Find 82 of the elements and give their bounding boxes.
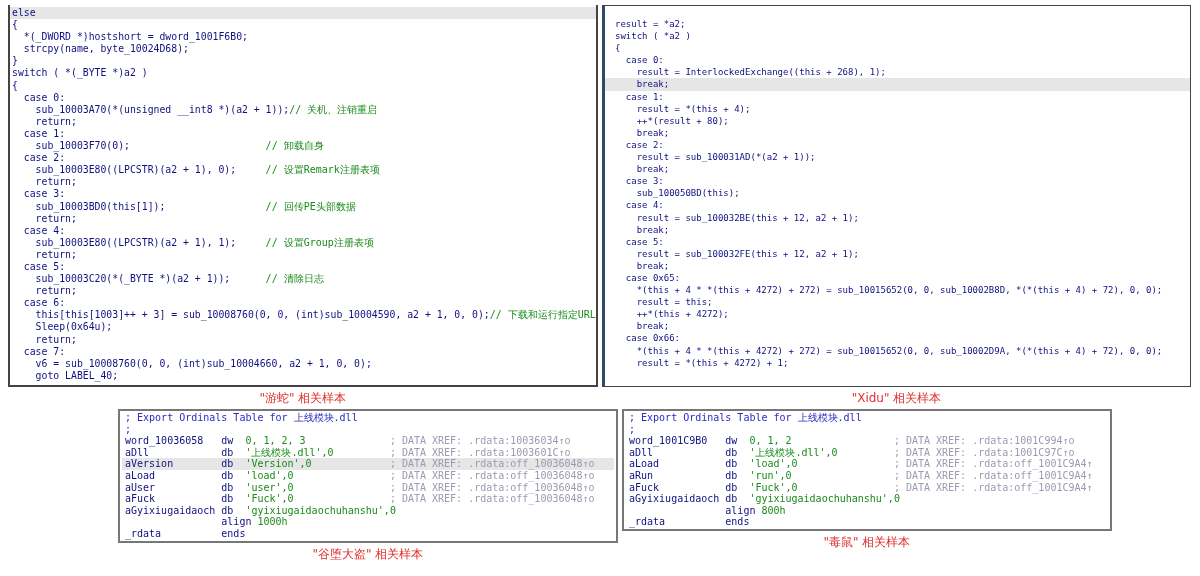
caption: "游蛇" 相关样本 xyxy=(259,390,347,407)
listing-line: _rdata ends xyxy=(628,516,751,528)
code-line: result = *(this + 4); xyxy=(635,102,752,115)
code-line: switch ( *(_BYTE *)a2 ) xyxy=(11,67,149,80)
comment-line: ; xyxy=(124,423,133,436)
code-line: sub_10003C20(*(_BYTE *)(a2 + 1)); // 清除日志 xyxy=(34,273,325,286)
code-line: sub_100050BD(this); xyxy=(635,187,741,200)
code-line: case 7: xyxy=(22,345,67,358)
comment-line: ; Export Ordinals Table for 上线模块.dll xyxy=(124,412,359,424)
listing-line: aUser db 'user',0 ; DATA XREF: .rdata:off_10036048↑o xyxy=(124,481,596,494)
code-line: ++*(this + 4272); xyxy=(635,308,730,321)
listing-line: aDll db '上线模块.dll',0 ; DATA XREF: .rdata:1001C97C↑o xyxy=(628,446,1076,459)
listing-line: aLoad db 'load',0 ; DATA XREF: .rdata:off_10036048↑o xyxy=(124,469,596,482)
code-line: sub_10003E80((LPCSTR)(a2 + 1), 1); // 设置Group注册表项 xyxy=(34,236,375,249)
code-line: return; xyxy=(34,115,77,128)
code-line: { xyxy=(11,79,19,92)
comment-line: ; xyxy=(628,423,637,436)
listing-line: word_10036058 dw 0, 1, 2, 3 ; DATA XREF: .rdata:10036034↑o xyxy=(124,435,572,447)
code-line: result = InterlockedExchange((this + 268), 1); xyxy=(635,66,887,79)
code-line: case 2: xyxy=(624,138,665,152)
code-line: return; xyxy=(34,248,77,261)
listing-line: aGyixiugaidaoch db 'gyixiugaidaochuhanshu',0 xyxy=(124,504,397,517)
code-line: ++*(result + 80); xyxy=(635,114,730,127)
code-line: break; xyxy=(635,259,671,272)
code-line: { xyxy=(614,42,622,55)
code-line: result = *(this + 4272) + 1; xyxy=(635,356,790,369)
code-line: break; xyxy=(635,320,671,333)
code-line: case 2: xyxy=(22,152,67,165)
listing-line: align 800h xyxy=(724,504,787,517)
code-line: case 1: xyxy=(22,127,67,141)
listing-line: aLoad db 'load',0 ; DATA XREF: .rdata:off_1001C9A4↑ xyxy=(628,458,1094,470)
code-line: *(this + 4 * *(this + 4272) + 272) = sub_10015652(0, 0, sub_10002D9A, *(*(this + 4) + 72), 0, 0); xyxy=(635,344,1164,357)
code-line: goto LABEL_40; xyxy=(34,369,119,382)
listing-line: aRun db 'run',0 ; DATA XREF: .rdata:off_1001C9A4↑ xyxy=(628,469,1094,482)
listing-line: aFuck db 'Fuck',0 ; DATA XREF: .rdata:off_1001C9A4↑ xyxy=(628,481,1094,494)
code-line: { xyxy=(11,19,19,32)
listing-line: aGyixiugaidaoch db 'gyixiugaidaochuhanshu',0 xyxy=(628,493,901,505)
code-line: result = sub_100032BE(this + 12, a2 + 1); xyxy=(635,211,860,224)
code-line: switch ( *a2 ) xyxy=(614,30,692,43)
caption: "谷堕大盗" 相关样本 xyxy=(312,545,424,563)
code-line: strcpy(name, byte_10024D68); xyxy=(22,43,190,56)
code-line: *(_DWORD *)hostshort = dword_1001F6B0; xyxy=(22,31,249,44)
code-line: return; xyxy=(34,285,78,298)
listing-line: aDll db '上线模块.dll',0 ; DATA XREF: .rdata:1003601C↑o xyxy=(124,446,572,459)
listing-line: align 1000h xyxy=(220,516,289,528)
code-line: break; xyxy=(635,126,671,139)
code-line: return; xyxy=(34,212,77,225)
code-line: result = sub_100032FE(this + 12, a2 + 1); xyxy=(635,247,860,260)
code-line: return; xyxy=(34,176,78,189)
code-line: sub_10003E80((LPCSTR)(a2 + 1), 0); // 设置Remark注册表项 xyxy=(34,164,381,177)
caption: "毒鼠" 相关样本 xyxy=(823,533,911,551)
caption: "Xidu" 相关样本 xyxy=(851,390,942,407)
code-line: sub_10003BD0(this[1]); // 回传PE头部数据 xyxy=(34,200,357,213)
code-line: case 4: xyxy=(624,199,665,212)
code-line: case 6: xyxy=(22,297,67,310)
code-line: result = *a2; xyxy=(614,18,687,31)
code-line: case 0: xyxy=(22,91,67,104)
code-line: case 4: xyxy=(22,224,67,237)
listing-line: aFuck db 'Fuck',0 ; DATA XREF: .rdata:off_10036048↑o xyxy=(124,493,596,505)
code-line: result = this; xyxy=(635,296,714,309)
code-line: *(this + 4 * *(this + 4272) + 272) = sub_10015652(0, 0, sub_10002B8D, *(*(this + 4) + 72), 0, 0); xyxy=(635,284,1164,297)
code-line: break; xyxy=(635,223,671,236)
listing-line: _rdata ends xyxy=(124,527,247,540)
listing-line: word_1001C9B0 dw 0, 1, 2 ; DATA XREF: .rdata:1001C994↑o xyxy=(628,435,1076,447)
code-line: case 3: xyxy=(624,175,665,188)
code-line: Sleep(0x64u); xyxy=(34,321,114,334)
code-line: case 0x66: xyxy=(624,332,682,345)
code-line: case 5: xyxy=(22,260,67,274)
code-line: sub_10003A70(*(unsigned __int8 *)(a2 + 1));// 关机、注销重启 xyxy=(34,103,379,116)
comment-line: ; Export Ordinals Table for 上线模块.dll xyxy=(628,412,863,424)
code-line: case 3: xyxy=(22,188,67,201)
code-line: break; xyxy=(635,163,671,176)
code-line: this[this[1003]++ + 3] = sub_10008760(0, 0, (int)sub_10004590, a2 + 1, 0, 0);// 下载和运行指定URL xyxy=(34,309,596,322)
code-line: case 0x65: xyxy=(624,271,682,285)
code-line: result = sub_100031AD(*(a2 + 1)); xyxy=(635,151,817,164)
code-line: case 0: xyxy=(624,54,665,67)
code-line: case 5: xyxy=(624,235,665,248)
code-line: sub_10003F70(0); // 卸载自身 xyxy=(34,140,325,153)
code-line: v6 = sub_10008760(0, 0, (int)sub_10004660, a2 + 1, 0, 0); xyxy=(34,357,373,370)
code-line: return; xyxy=(34,333,78,346)
code-line: } xyxy=(11,55,19,68)
code-line: case 1: xyxy=(624,90,665,103)
